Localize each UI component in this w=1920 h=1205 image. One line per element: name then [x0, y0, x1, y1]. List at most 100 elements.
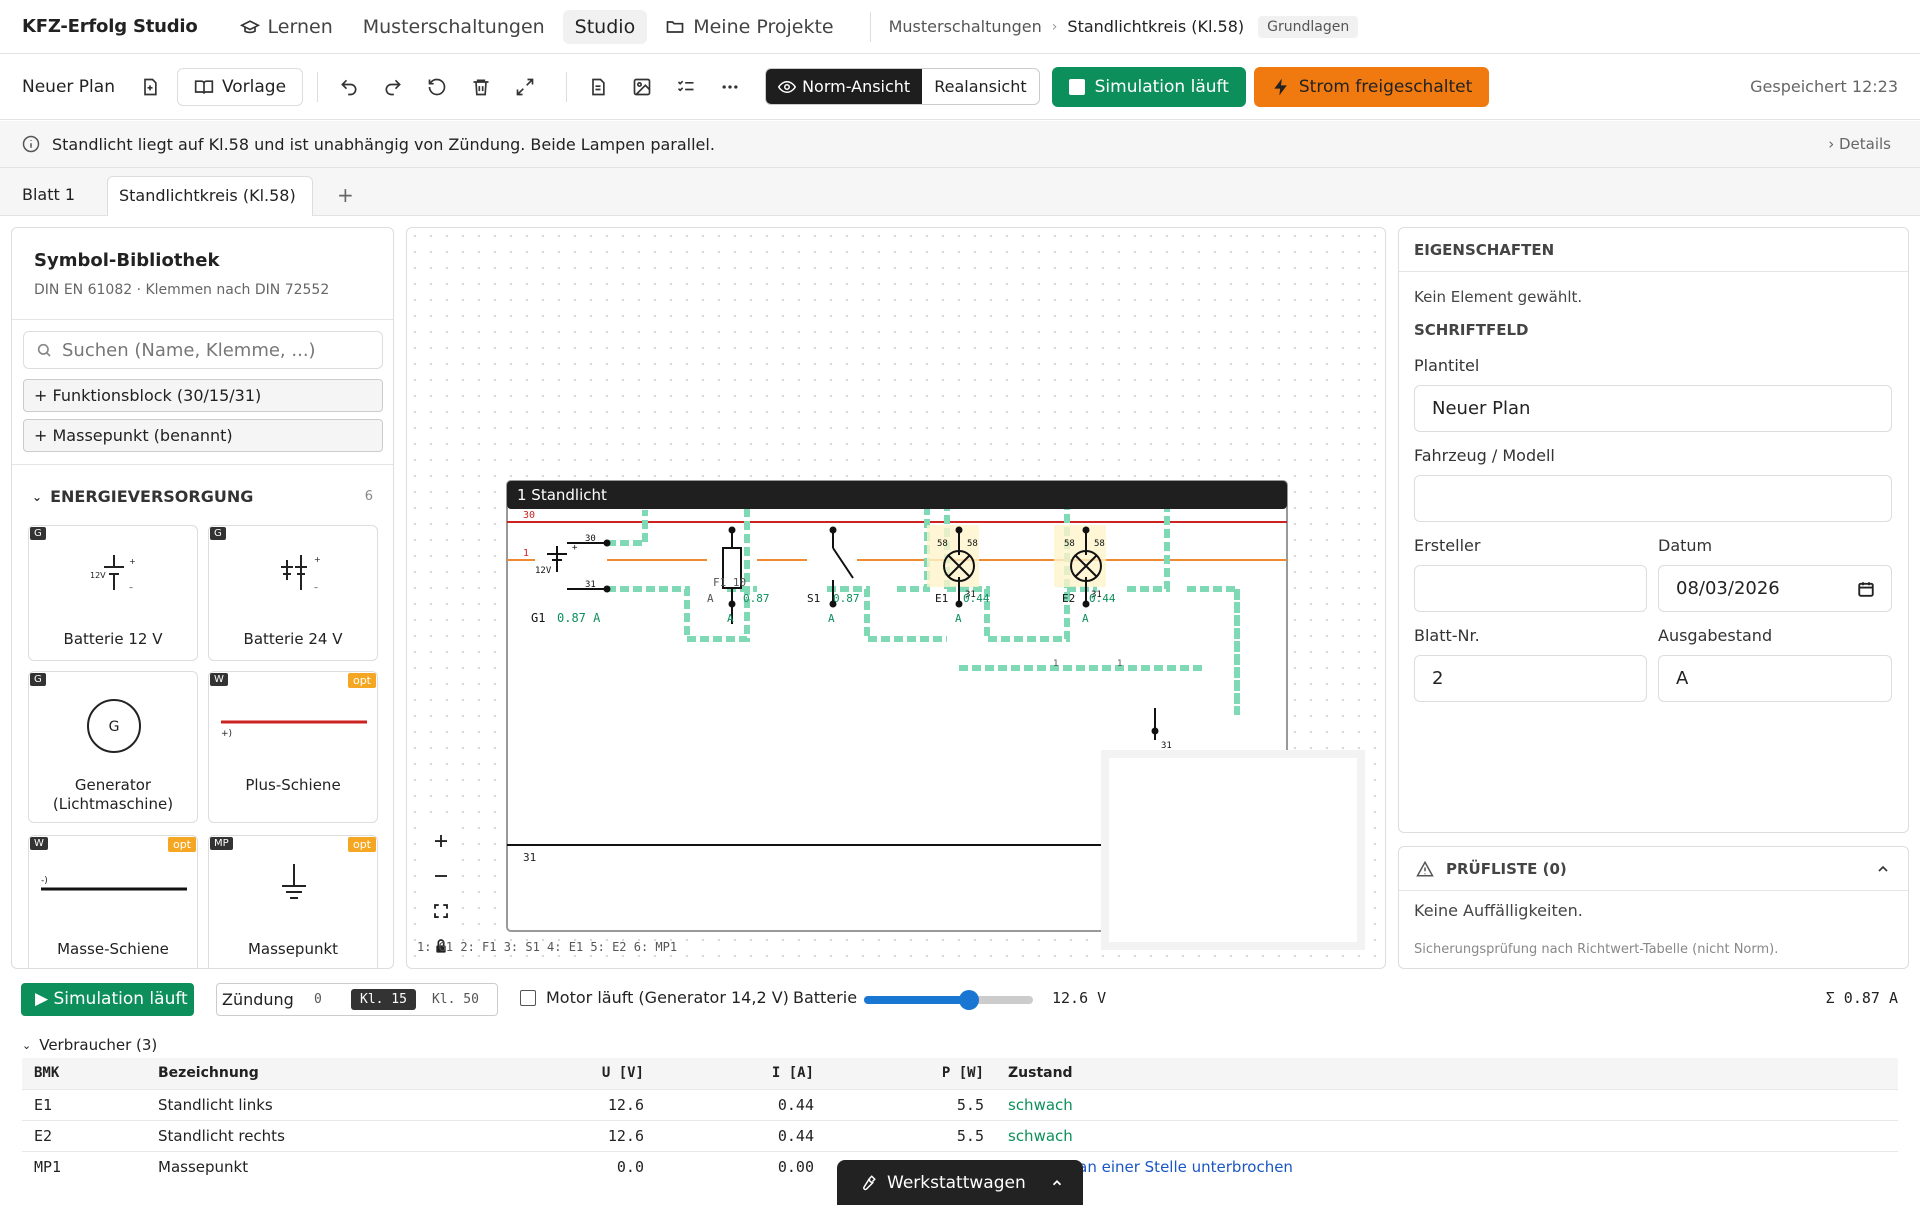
terminal-30-label: 30 [585, 534, 596, 544]
battery-slider[interactable] [864, 990, 1033, 1010]
ignition-option-kl15[interactable]: Kl. 15 [351, 989, 416, 1010]
table-row[interactable]: E2 Standlicht rechts 12.6 0.44 5.5 schwa… [22, 1119, 1898, 1151]
terminal [603, 539, 611, 547]
section-energieversorgung[interactable]: ⌄ ENERGIEVERSORGUNG [32, 487, 253, 506]
more-button[interactable] [713, 70, 747, 104]
minimap[interactable] [1101, 750, 1365, 950]
simulation-toggle-button[interactable]: Simulation läuft [1051, 66, 1246, 107]
tab-blatt-1[interactable]: Blatt 1 [11, 176, 86, 216]
nav-label: Musterschaltungen [362, 15, 545, 38]
col-zustand: Zustand [996, 1058, 1898, 1089]
zoom-out-button[interactable] [423, 859, 459, 893]
stop-icon [1068, 78, 1085, 95]
checklist-header[interactable]: PRÜFLISTE (0) [1399, 847, 1908, 891]
schematic-canvas[interactable]: 1 Standlicht 30 1 31 30 31 + – 12V G1 0.… [406, 227, 1386, 969]
symbol-card-batterie-12v[interactable]: G + – 12V Batterie 12 V [28, 525, 198, 661]
battery-24v-icon: +– [281, 555, 321, 592]
category-badge: W [30, 837, 48, 850]
junction-label: 1 [1053, 659, 1058, 669]
vorlage-button[interactable]: Vorlage [176, 67, 304, 106]
calendar-icon[interactable] [1857, 580, 1875, 598]
image-export-button[interactable] [625, 70, 659, 104]
consumers-title: Verbraucher (3) [39, 1036, 158, 1054]
blatt-input[interactable]: 2 [1414, 655, 1647, 702]
zoom-in-button[interactable] [423, 824, 459, 858]
battery-slider-thumb[interactable] [958, 990, 979, 1010]
reset-button[interactable] [420, 70, 454, 104]
nav-studio[interactable]: Studio [562, 9, 648, 44]
rotate-ccw-icon [428, 78, 446, 95]
nav-lernen[interactable]: Lernen [228, 10, 345, 44]
checklist-button[interactable] [669, 70, 703, 104]
fahrzeug-input[interactable] [1414, 475, 1892, 522]
symbol-card-plus-schiene[interactable]: W opt +) Plus-Schiene [208, 671, 378, 823]
undo-button[interactable] [332, 70, 366, 104]
plantitel-input[interactable]: Neuer Plan [1414, 385, 1892, 432]
simulation-run-button[interactable]: ▶ Simulation läuft [21, 983, 194, 1016]
ersteller-input[interactable] [1414, 565, 1647, 612]
symbol-card-massepunkt[interactable]: MP opt Massepunkt [208, 835, 378, 968]
add-function-block-button[interactable]: + Funktionsblock (30/15/31) [23, 379, 383, 412]
table-row[interactable]: E1 Standlicht links 12.6 0.44 5.5 schwac… [22, 1088, 1898, 1120]
f1-label: F1 10 [713, 576, 746, 589]
motor-checkbox[interactable] [520, 990, 536, 1006]
save-status: Gespeichert 12:23 [1750, 77, 1898, 96]
new-file-button[interactable] [133, 70, 167, 104]
ignition-option-0[interactable]: 0 [314, 992, 351, 1007]
real-view-button[interactable]: Realansicht [922, 69, 1038, 104]
tab-standlichtkreis[interactable]: Standlichtkreis (Kl.58) [107, 176, 313, 216]
norm-view-button[interactable]: Norm-Ansicht [766, 69, 923, 104]
category-badge: G [30, 527, 46, 540]
fit-view-button[interactable] [423, 894, 459, 928]
document-button[interactable] [581, 70, 615, 104]
no-selection-text: Kein Element gewählt. [1414, 288, 1583, 306]
svg-text:12V: 12V [90, 571, 106, 580]
ignition-option-kl50[interactable]: Kl. 50 [432, 992, 479, 1007]
delete-button[interactable] [464, 70, 498, 104]
nav-musterschaltungen[interactable]: Musterschaltungen [351, 10, 557, 44]
details-toggle[interactable]: › Details [1828, 135, 1891, 153]
divider [869, 11, 871, 42]
tab-label: Blatt 1 [22, 185, 76, 204]
sheet-tabs: Blatt 1 Standlichtkreis (Kl.58) + [0, 168, 1920, 216]
terminal [728, 600, 736, 608]
library-search-input[interactable]: Suchen (Name, Klemme, ...) [23, 331, 383, 369]
chevron-up-icon [1052, 1179, 1061, 1185]
file-plus-icon [144, 78, 157, 95]
cell-p: 5.5 [826, 1119, 996, 1151]
nav-label: Meine Projekte [693, 15, 834, 38]
terminal [955, 526, 963, 534]
svg-text:–: – [129, 583, 133, 592]
blatt-label: Blatt-Nr. [1414, 626, 1480, 645]
book-open-icon [194, 79, 214, 94]
consumers-toggle[interactable]: ⌄ Verbraucher (3) [22, 1036, 157, 1054]
trash-icon [473, 79, 489, 95]
symbol-card-generator[interactable]: G G Generator (Lichtmaschine) [28, 671, 198, 823]
component-legend: 1: G1 2: F1 3: S1 4: E1 5: E2 6: MP1 [417, 940, 678, 954]
cell-bezeichnung: Standlicht links [146, 1088, 486, 1120]
motor-label: Motor läuft (Generator 14,2 V) [546, 988, 789, 1007]
datum-input[interactable]: 08/03/2026 [1658, 565, 1892, 612]
rail-1-label: 1 [523, 548, 529, 559]
redo-button[interactable] [376, 70, 410, 104]
app-brand[interactable]: KFZ-Erfolg Studio [22, 16, 198, 37]
ausgabe-input[interactable]: A [1658, 655, 1892, 702]
breadcrumb-musterschaltungen[interactable]: Musterschaltungen [889, 17, 1042, 36]
fullscreen-button[interactable] [508, 70, 542, 104]
add-tab-button[interactable]: + [326, 176, 365, 216]
symbol-card-batterie-24v[interactable]: G + – Batterie 24 V [208, 525, 378, 661]
werkstattwagen-drawer-toggle[interactable]: Werkstattwagen [837, 1160, 1083, 1205]
e1-current: 0.44 [963, 592, 990, 605]
rail-30-label: 30 [523, 510, 535, 521]
ausgabe-label: Ausgabestand [1658, 626, 1773, 645]
battery-value: 12.6 V [1052, 989, 1107, 1007]
search-icon [37, 343, 51, 357]
cell-bezeichnung: Standlicht rechts [146, 1119, 486, 1151]
power-button[interactable]: Strom freigeschaltet [1253, 66, 1490, 107]
symbol-card-masse-schiene[interactable]: W opt -) Masse-Schiene [28, 835, 198, 968]
plan-name[interactable]: Neuer Plan [22, 77, 115, 97]
nav-meine-projekte[interactable]: Meine Projekte [653, 10, 845, 44]
cell-u: 0.0 [486, 1150, 656, 1182]
add-ground-point-button[interactable]: + Massepunkt (benannt) [23, 419, 383, 452]
nav-label: Lernen [267, 15, 333, 38]
